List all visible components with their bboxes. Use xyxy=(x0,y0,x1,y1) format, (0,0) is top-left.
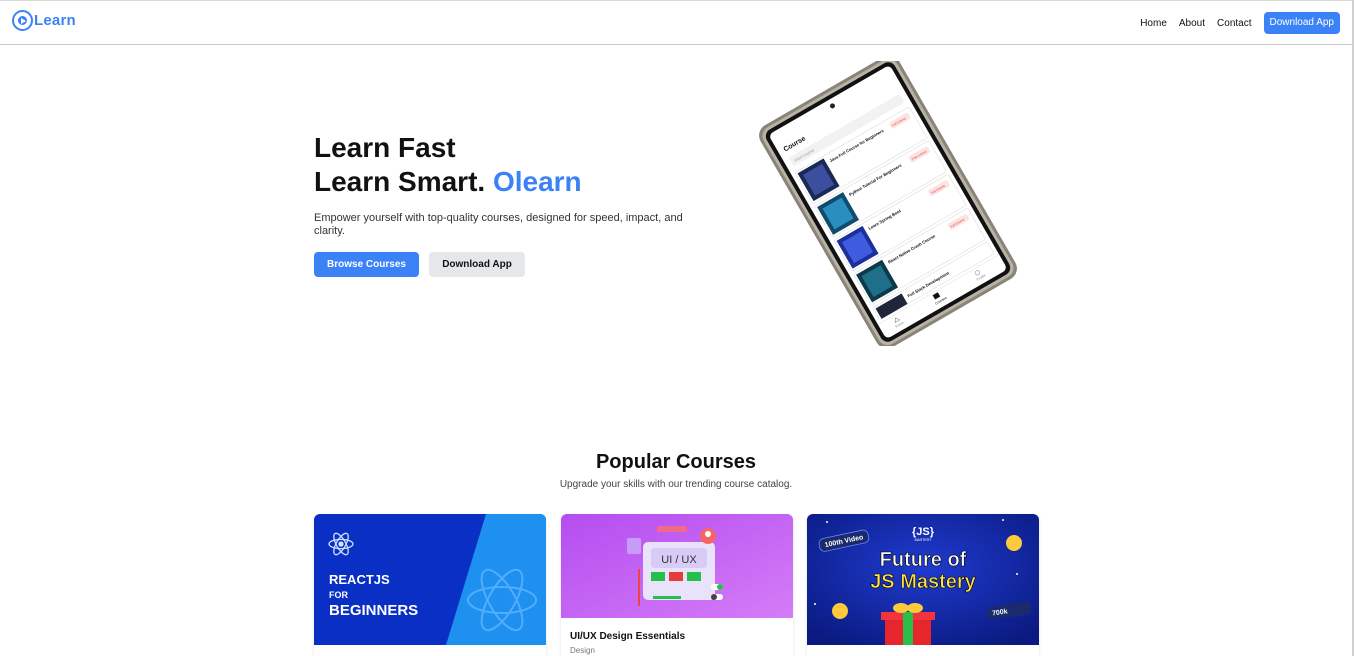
course-thumbnail: 100th Video {JS} MASTERY Future of JS Ma… xyxy=(807,514,1039,645)
nav-contact-link[interactable]: Contact xyxy=(1217,18,1251,29)
logo[interactable]: Learn xyxy=(12,10,76,31)
brand-name: Learn xyxy=(34,12,76,29)
emoji-icon xyxy=(1006,535,1022,551)
popular-courses-subtitle: Upgrade your skills with our trending co… xyxy=(559,479,793,490)
course-card[interactable]: 100th Video {JS} MASTERY Future of JS Ma… xyxy=(807,514,1039,656)
phone-illustration: Course Find Course Java Full Course for … xyxy=(759,55,1017,349)
nav-about-link[interactable]: About xyxy=(1179,18,1205,29)
hero-subtitle: Empower yourself with top-quality course… xyxy=(314,212,683,237)
thumb-line-2: JS Mastery xyxy=(870,571,976,593)
nav-home-link[interactable]: Home xyxy=(1140,18,1167,29)
phone-mockup: Course Find Course Java Full Course for … xyxy=(746,55,1031,349)
course-thumbnail: UI / UX xyxy=(561,514,793,618)
hero-line-1: Learn Fast xyxy=(314,132,456,163)
hero-line-2: Learn Smart. xyxy=(314,166,486,197)
course-card[interactable]: UI / UX UI/UX Design Essentials Design xyxy=(561,514,793,656)
course-thumbnail: REACTJS FOR BEGINNERS xyxy=(314,514,546,645)
thumb-line-2: FOR xyxy=(329,590,348,600)
browse-courses-button[interactable]: Browse Courses xyxy=(314,252,419,277)
hero-title: Learn Fast Learn Smart. Olearn xyxy=(314,131,582,199)
emoji-icon xyxy=(832,603,848,619)
hero-accent: Olearn xyxy=(492,166,582,197)
navbar: Learn Home About Contact Download App xyxy=(0,1,1352,45)
thumb-line-1: Future of xyxy=(880,549,967,571)
download-app-button[interactable]: Download App xyxy=(429,252,525,277)
course-card[interactable]: REACTJS FOR BEGINNERS xyxy=(314,514,546,656)
thumb-logo: {JS} xyxy=(912,526,935,538)
course-category: Design xyxy=(570,646,595,655)
nav-links: Home About Contact Download App xyxy=(1140,12,1340,34)
play-icon xyxy=(12,10,33,31)
thumb-label: UI / UX xyxy=(661,554,697,566)
popular-courses-title: Popular Courses xyxy=(595,451,757,473)
thumb-line-1: REACTJS xyxy=(329,572,390,587)
thumb-line-3: BEGINNERS xyxy=(329,602,418,619)
nav-download-app-button[interactable]: Download App xyxy=(1263,12,1340,34)
thumb-logo-sub: MASTERY xyxy=(915,538,933,542)
course-title: UI/UX Design Essentials xyxy=(570,631,686,642)
page: Learn Home About Contact Download App Le… xyxy=(0,0,1354,656)
